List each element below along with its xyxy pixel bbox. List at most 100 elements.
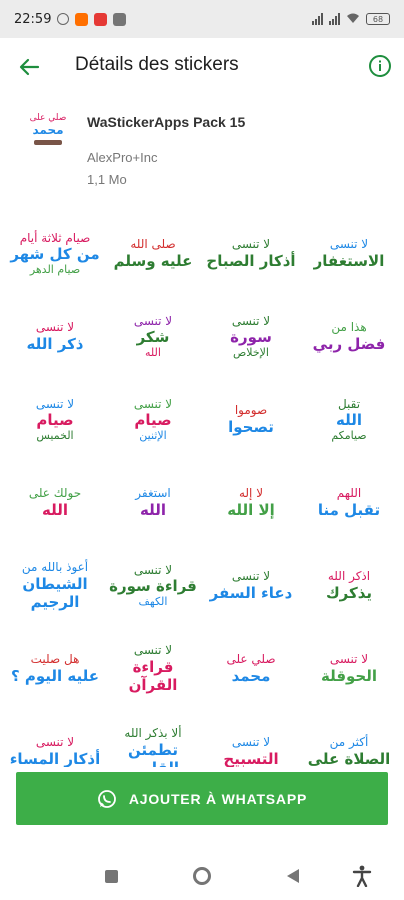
recents-button[interactable] — [100, 865, 122, 887]
sticker-item[interactable]: اللهم تقبل منا — [300, 461, 398, 544]
sticker-item[interactable]: اذكر الله يذكرك — [300, 544, 398, 627]
sticker-text: إلا الله — [227, 500, 275, 519]
sticker-text: أذكار المساء — [9, 749, 101, 767]
sticker-text: لا تنسى — [329, 652, 369, 667]
sticker-text: صيام — [134, 411, 172, 430]
arrow-left-icon — [19, 58, 40, 76]
add-to-whatsapp-label: AJOUTER À WHATSAPP — [128, 790, 308, 807]
sticker-item[interactable]: صلي على محمد — [202, 627, 300, 710]
sticker-text: هل صليت — [30, 652, 80, 667]
status-time: 22:59 — [14, 11, 52, 27]
sticker-item[interactable]: لا تنسى سورة الإخلاص — [202, 295, 300, 378]
triangle-back-icon — [287, 869, 299, 883]
status-bar: 22:59 68 — [0, 0, 404, 38]
sticker-item[interactable]: أكثر من الصلاة على — [300, 710, 398, 767]
sticker-item[interactable]: لا تنسى شكر الله — [104, 295, 202, 378]
sticker-text: أذكار الصباح — [206, 251, 296, 270]
sticker-item[interactable]: لا إله إلا الله — [202, 461, 300, 544]
svg-text:محمد: محمد — [32, 123, 63, 137]
sticker-item[interactable]: لا تنسى دعاء السفر — [202, 544, 300, 627]
sticker-text: فضل ربي — [312, 334, 386, 353]
sticker-item[interactable]: لا تنسى الاستغفار — [300, 212, 398, 295]
sticker-text: من كل شهر — [10, 245, 100, 264]
sticker-text: لا تنسى — [231, 735, 271, 750]
download-icon — [113, 12, 127, 26]
alarm-icon — [57, 13, 70, 25]
square-icon — [104, 869, 118, 883]
sticker-text: استغفر — [135, 486, 171, 501]
sticker-text: لا تنسى — [133, 313, 173, 328]
circle-icon — [193, 867, 211, 885]
sticker-item[interactable]: استغفر الله — [104, 461, 202, 544]
sticker-item[interactable]: لا تنسى ذكر الله — [6, 295, 104, 378]
system-back-button[interactable] — [282, 865, 304, 887]
sticker-item[interactable]: تقبل الله صيامكم — [300, 378, 398, 461]
whatsapp-icon — [97, 789, 116, 808]
sticker-item[interactable]: لا تنسى أذكار المساء — [6, 710, 104, 767]
sticker-text: لا تنسى — [231, 237, 271, 252]
wifi-icon — [346, 12, 360, 27]
pack-size: 1,1 Mo — [87, 172, 127, 187]
sticker-text: يذكرك — [325, 583, 373, 602]
info-button[interactable] — [366, 52, 394, 80]
app-notification-icon — [75, 12, 89, 26]
sticker-text: ذكر الله — [26, 334, 84, 353]
sticker-item[interactable]: ألا بذكر اللهتطمئن القلوب — [104, 710, 202, 767]
sticker-item[interactable]: صلى الله عليه وسلم — [104, 212, 202, 295]
sticker-item[interactable]: لا تنسى قراءة سورة الكهف — [104, 544, 202, 627]
back-button[interactable] — [14, 52, 44, 82]
sticker-text: صلي على — [226, 652, 276, 667]
sticker-text: لا تنسى — [231, 313, 271, 328]
sticker-text: صوموا — [234, 403, 268, 418]
status-right: 68 — [312, 12, 390, 27]
sticker-text: محمد — [231, 666, 271, 685]
sticker-text: أكثر من — [329, 735, 369, 750]
sticker-item[interactable]: حولك على الله — [6, 461, 104, 544]
sticker-item[interactable]: لا تنسى الحوقلة — [300, 627, 398, 710]
sticker-item[interactable]: هل صليت عليه اليوم ؟ — [6, 627, 104, 710]
sticker-text: صيامكم — [331, 429, 367, 443]
sticker-item[interactable]: لا تنسى التسبيح — [202, 710, 300, 767]
sticker-item[interactable]: لا تنسى قراءة القرآن — [104, 627, 202, 710]
sticker-text: الشيطان الرجيم — [22, 574, 88, 611]
sticker-text: لا تنسى — [35, 396, 75, 411]
sticker-text: لا تنسى — [35, 735, 75, 750]
sticker-text: صيام — [36, 411, 74, 430]
sticker-text: الخميس — [36, 429, 74, 443]
sticker-text: لا إله — [238, 486, 264, 501]
sticker-text: لا تنسى — [133, 396, 173, 411]
sticker-text: لا تنسى — [133, 562, 173, 577]
add-to-whatsapp-button[interactable]: AJOUTER À WHATSAPP — [16, 772, 388, 825]
sticker-item[interactable]: لا تنسى صيام الإثنين — [104, 378, 202, 461]
sticker-text: الصلاة على — [307, 749, 391, 767]
home-button[interactable] — [191, 865, 213, 887]
sticker-item[interactable]: لا تنسى أذكار الصباح — [202, 212, 300, 295]
status-left: 22:59 — [14, 11, 127, 27]
sticker-text: الاستغفار — [313, 251, 385, 270]
system-nav-bar — [0, 850, 404, 900]
sticker-text: هذا من — [331, 320, 367, 335]
sticker-text: الكهف — [138, 595, 168, 609]
sticker-item[interactable]: هذا من فضل ربي — [300, 295, 398, 378]
sticker-text: تصحوا — [228, 417, 274, 436]
sticker-text: لا تنسى — [35, 320, 75, 335]
sticker-item[interactable]: صيام ثلاثة أيام من كل شهر صيام الدهر — [6, 212, 104, 295]
sticker-text: عليه وسلم — [113, 251, 193, 270]
accessibility-button[interactable] — [351, 865, 373, 887]
battery-icon: 68 — [366, 13, 390, 25]
sticker-item[interactable]: صوموا تصحوا — [202, 378, 300, 461]
sticker-item[interactable]: أعوذ بالله من الشيطان الرجيم — [6, 544, 104, 627]
pack-name: WaStickerApps Pack 15 — [87, 114, 246, 130]
sticker-text: الله — [336, 411, 362, 430]
sticker-text: صيام ثلاثة أيام — [19, 230, 91, 245]
sticker-text: الإثنين — [139, 429, 167, 443]
battery-level: 68 — [372, 14, 384, 24]
sticker-text: اذكر الله — [327, 569, 371, 584]
sticker-text: لا تنسى — [133, 643, 173, 658]
sticker-text: شكر — [136, 328, 170, 347]
pack-tray-icon: صلي على محمد — [24, 104, 72, 152]
sticker-item[interactable]: لا تنسى صيام الخميس — [6, 378, 104, 461]
signal-icon — [312, 13, 323, 25]
sticker-text: الله — [42, 500, 68, 519]
page-title: Détails des stickers — [75, 54, 239, 75]
